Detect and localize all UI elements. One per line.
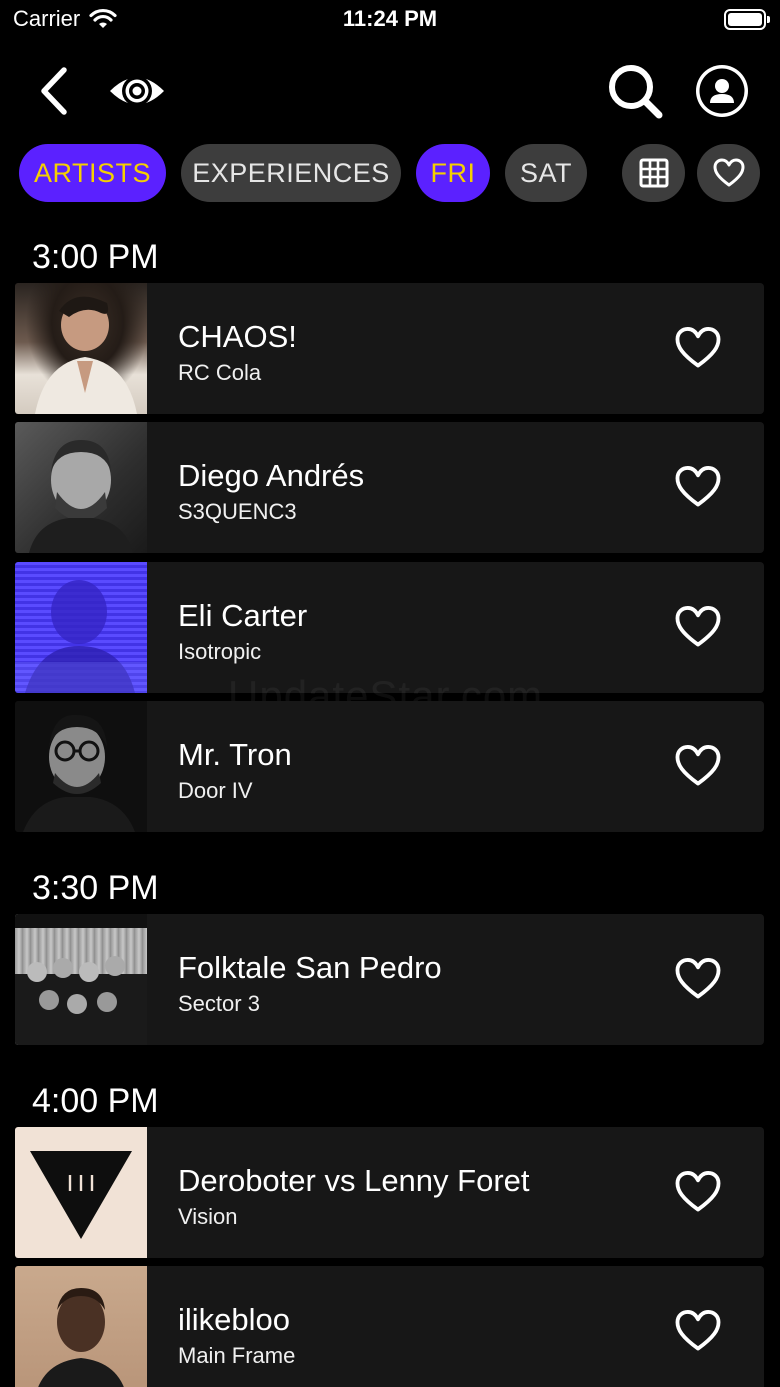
stage-name: Isotropic (178, 639, 262, 664)
time-header: 3:30 PM (32, 869, 159, 907)
status-bar: Carrier 11:24 PM (0, 0, 780, 40)
artist-name: CHAOS! (178, 319, 297, 354)
status-time: 11:24 PM (342, 6, 438, 31)
filter-artists[interactable]: ARTISTS (19, 144, 166, 202)
favorite-button[interactable] (671, 462, 725, 512)
artist-name: Folktale San Pedro (178, 950, 442, 985)
filter-experiences[interactable]: EXPERIENCES (181, 144, 401, 202)
artist-row[interactable]: Folktale San Pedro Sector 3 (15, 914, 764, 1045)
time-header: 3:00 PM (32, 238, 159, 276)
favorites-filter-button[interactable] (697, 144, 760, 202)
filter-day-fri[interactable]: FRI (416, 144, 490, 202)
heart-outline-icon (675, 745, 721, 786)
search-icon (609, 65, 663, 119)
stage-name: RC Cola (178, 360, 262, 385)
stage-name: S3QUENC3 (178, 499, 297, 524)
favorite-button[interactable] (671, 323, 725, 373)
heart-outline-icon (675, 327, 721, 368)
back-button[interactable] (28, 62, 78, 120)
stage-name: Door IV (178, 778, 253, 803)
heart-icon (713, 158, 744, 187)
artist-row[interactable]: ilikebloo Main Frame (15, 1266, 764, 1387)
artist-name: Deroboter vs Lenny Foret (178, 1163, 530, 1198)
favorite-button[interactable] (671, 954, 725, 1004)
profile-button[interactable] (692, 60, 752, 122)
artist-photo (15, 422, 147, 553)
target-logo-icon (110, 76, 164, 106)
search-button[interactable] (602, 60, 668, 122)
app-logo[interactable] (104, 62, 170, 120)
stage-name: Vision (178, 1204, 238, 1229)
artist-photo (15, 562, 147, 693)
heart-outline-icon (675, 1310, 721, 1351)
artist-photo (15, 1266, 147, 1387)
grid-icon (639, 158, 668, 188)
favorite-button[interactable] (671, 602, 725, 652)
heart-outline-icon (675, 1171, 721, 1212)
favorite-button[interactable] (671, 1306, 725, 1356)
artist-row[interactable]: CHAOS! RC Cola (15, 283, 764, 414)
filter-bar: ARTISTS EXPERIENCES FRI SAT (0, 144, 780, 202)
grid-view-button[interactable] (622, 144, 685, 202)
artist-row[interactable]: Diego Andrés S3QUENC3 (15, 422, 764, 553)
heart-outline-icon (675, 466, 721, 507)
battery-icon (724, 9, 770, 30)
artist-row[interactable]: Mr. Tron Door IV (15, 701, 764, 832)
favorite-button[interactable] (671, 1167, 725, 1217)
favorite-button[interactable] (671, 741, 725, 791)
heart-outline-icon (675, 606, 721, 647)
artist-photo (15, 283, 147, 414)
time-header: 4:00 PM (32, 1082, 159, 1120)
artist-name: Diego Andrés (178, 458, 365, 493)
artist-photo (15, 1127, 147, 1258)
user-icon (696, 65, 748, 117)
stage-name: Main Frame (178, 1343, 296, 1368)
heart-outline-icon (675, 958, 721, 999)
chevron-left-icon (41, 67, 67, 115)
artist-photo (15, 914, 147, 1045)
artist-name: Eli Carter (178, 598, 308, 633)
artist-photo (15, 701, 147, 832)
filter-day-sat[interactable]: SAT (505, 144, 587, 202)
artist-name: Mr. Tron (178, 737, 292, 772)
stage-name: Sector 3 (178, 991, 260, 1016)
artist-row[interactable]: Deroboter vs Lenny Foret Vision (15, 1127, 764, 1258)
artist-name: ilikebloo (178, 1302, 291, 1337)
